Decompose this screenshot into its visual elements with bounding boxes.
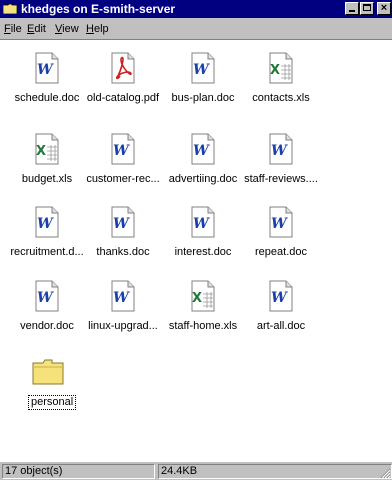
- excel-xls-icon: X: [269, 52, 293, 84]
- word-doc-icon: W: [111, 206, 135, 238]
- svg-text:W: W: [193, 62, 210, 78]
- explorer-window: khedges on E-smith-server × File Edit Vi…: [0, 0, 392, 480]
- file-item[interactable]: W staff-reviews....: [236, 133, 326, 193]
- file-item[interactable]: W thanks.doc: [78, 206, 168, 266]
- close-icon: ×: [380, 2, 388, 14]
- file-item[interactable]: X contacts.xls: [236, 52, 326, 112]
- folder-name: personal: [28, 395, 77, 410]
- status-object-count: 17 object(s): [2, 464, 155, 479]
- word-doc-icon: W: [191, 206, 215, 238]
- file-name: art-all.doc: [256, 320, 306, 332]
- pdf-icon: [111, 52, 135, 84]
- folder-icon: [32, 359, 64, 385]
- folder-icon: [3, 3, 17, 14]
- file-item[interactable]: X staff-home.xls: [158, 280, 248, 340]
- status-bar: 17 object(s) 24.4KB: [0, 462, 392, 480]
- word-doc-icon: W: [269, 133, 293, 165]
- svg-text:W: W: [113, 290, 130, 306]
- svg-text:W: W: [271, 216, 288, 232]
- status-size: 24.4KB: [158, 464, 392, 479]
- file-name: customer-rec...: [86, 173, 160, 185]
- menu-edit[interactable]: Edit: [27, 23, 46, 36]
- file-name: staff-reviews....: [244, 173, 318, 185]
- menu-help[interactable]: Help: [86, 23, 109, 36]
- svg-text:X: X: [192, 291, 202, 306]
- resize-grip-icon[interactable]: [379, 467, 391, 479]
- excel-xls-icon: X: [35, 133, 59, 165]
- word-doc-icon: W: [269, 280, 293, 312]
- word-doc-icon: W: [269, 206, 293, 238]
- excel-xls-icon: X: [191, 280, 215, 312]
- window-title: khedges on E-smith-server: [21, 2, 176, 16]
- file-item[interactable]: W repeat.doc: [236, 206, 326, 266]
- file-name: linux-upgrad...: [88, 320, 158, 332]
- file-name: thanks.doc: [96, 246, 150, 258]
- maximize-icon: [363, 4, 371, 11]
- title-bar[interactable]: khedges on E-smith-server ×: [0, 0, 392, 18]
- file-item[interactable]: W art-all.doc: [236, 280, 326, 340]
- svg-text:W: W: [271, 143, 288, 159]
- word-doc-icon: W: [35, 52, 59, 84]
- word-doc-icon: W: [111, 280, 135, 312]
- file-name: contacts.xls: [252, 92, 310, 104]
- file-item[interactable]: W linux-upgrad...: [78, 280, 168, 340]
- maximize-button[interactable]: [360, 2, 374, 15]
- file-name: advertiing.doc: [168, 173, 238, 185]
- file-item[interactable]: W customer-rec...: [78, 133, 168, 193]
- svg-text:X: X: [36, 144, 46, 159]
- minimize-button[interactable]: [345, 2, 359, 15]
- svg-text:W: W: [37, 62, 54, 78]
- file-name: old-catalog.pdf: [86, 92, 160, 104]
- file-list-view[interactable]: W schedule.doc old-catalog.pdf W bus-pla…: [0, 39, 392, 462]
- word-doc-icon: W: [191, 52, 215, 84]
- close-button[interactable]: ×: [377, 2, 391, 15]
- file-item[interactable]: W advertiing.doc: [158, 133, 248, 193]
- svg-text:W: W: [193, 216, 210, 232]
- svg-text:W: W: [271, 290, 288, 306]
- file-item[interactable]: W interest.doc: [158, 206, 248, 266]
- menu-bar: File Edit View Help: [0, 20, 392, 38]
- word-doc-icon: W: [35, 206, 59, 238]
- menu-file[interactable]: File: [4, 23, 22, 36]
- word-doc-icon: W: [191, 133, 215, 165]
- word-doc-icon: W: [111, 133, 135, 165]
- svg-text:W: W: [193, 143, 210, 159]
- file-name: repeat.doc: [255, 246, 307, 258]
- svg-text:W: W: [113, 216, 130, 232]
- file-name: staff-home.xls: [168, 320, 238, 332]
- file-name: bus-plan.doc: [171, 92, 235, 104]
- file-item[interactable]: W bus-plan.doc: [158, 52, 248, 112]
- folder-item[interactable]: personal: [0, 359, 90, 419]
- word-doc-icon: W: [35, 280, 59, 312]
- file-item[interactable]: old-catalog.pdf: [78, 52, 168, 112]
- svg-text:W: W: [37, 216, 54, 232]
- menu-view[interactable]: View: [55, 23, 79, 36]
- svg-text:W: W: [113, 143, 130, 159]
- svg-text:W: W: [37, 290, 54, 306]
- minimize-icon: [349, 10, 355, 12]
- file-name: interest.doc: [174, 246, 232, 258]
- svg-text:X: X: [270, 63, 280, 78]
